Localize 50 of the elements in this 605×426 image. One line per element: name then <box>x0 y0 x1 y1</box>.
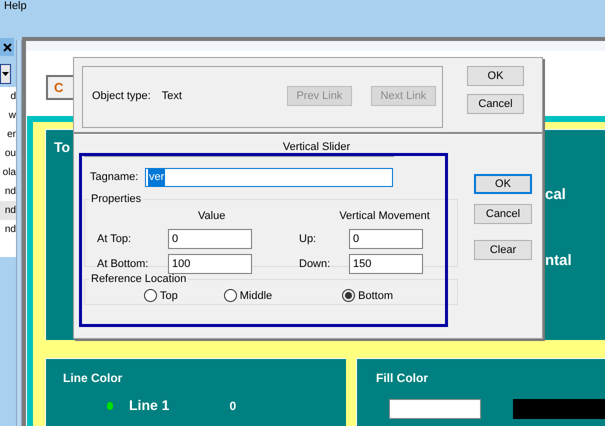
line-label: Line 1 <box>129 396 170 415</box>
radio-label: Middle <box>240 288 272 304</box>
group-title: Properties <box>90 192 142 207</box>
list-item[interactable]: w <box>0 106 16 125</box>
list-item[interactable]: er <box>0 125 16 144</box>
column-header: Vertical Movement <box>339 208 430 224</box>
menu-item[interactable]: Help <box>4 0 27 13</box>
dialog-title: Vertical Slider <box>282 141 350 153</box>
group-title: Reference Location <box>90 272 188 287</box>
list-item[interactable]: ou <box>0 144 16 163</box>
line-value: 0 <box>229 398 236 414</box>
dialog-button[interactable]: Clear <box>474 240 532 260</box>
list-item[interactable]: nd <box>0 220 16 239</box>
object-type-value: Text <box>162 88 182 104</box>
column-header: Value <box>198 208 226 224</box>
list-item[interactable]: nd <box>0 182 16 201</box>
radio-button[interactable] <box>342 289 356 302</box>
radio-button[interactable] <box>144 289 157 302</box>
close-button[interactable] <box>0 38 14 56</box>
panel-label: ntal <box>545 251 573 271</box>
dialog-button[interactable]: Cancel <box>474 204 532 224</box>
panel-title: To <box>54 139 70 155</box>
movement-field[interactable]: 150 <box>349 254 423 274</box>
close-icon <box>2 42 12 52</box>
radio-button[interactable] <box>224 289 237 302</box>
panel-title: Line Color <box>63 370 124 387</box>
radio-label: Bottom <box>358 288 394 304</box>
field-label: Up: <box>299 232 318 247</box>
dialog-button[interactable]: OK <box>467 66 524 86</box>
radio-label: Top <box>160 288 178 304</box>
value-field[interactable]: 100 <box>168 254 252 274</box>
tagname-field[interactable]: ver <box>145 168 393 187</box>
panel-title: Fill Color <box>376 370 429 387</box>
color-swatch[interactable] <box>389 399 482 419</box>
color-swatch[interactable] <box>513 399 605 419</box>
movement-field[interactable]: 0 <box>349 229 423 249</box>
object-type-label: Object type: <box>92 88 151 104</box>
caret-icon <box>2 72 9 76</box>
field-label: Down: <box>299 256 332 272</box>
dialog-button[interactable]: Cancel <box>467 94 524 114</box>
value-field[interactable]: 0 <box>168 229 252 249</box>
field-label: At Bottom: <box>97 256 150 272</box>
dropdown-button[interactable] <box>0 64 11 84</box>
field-label: At Top: <box>97 232 132 247</box>
field-label: Tagname: <box>90 170 140 186</box>
list-item[interactable]: nd <box>0 201 16 220</box>
dialog-button[interactable]: OK <box>474 174 532 194</box>
list-item[interactable]: d <box>0 87 16 106</box>
list-item[interactable]: ola <box>0 163 16 182</box>
panel-label: cal <box>545 185 567 205</box>
